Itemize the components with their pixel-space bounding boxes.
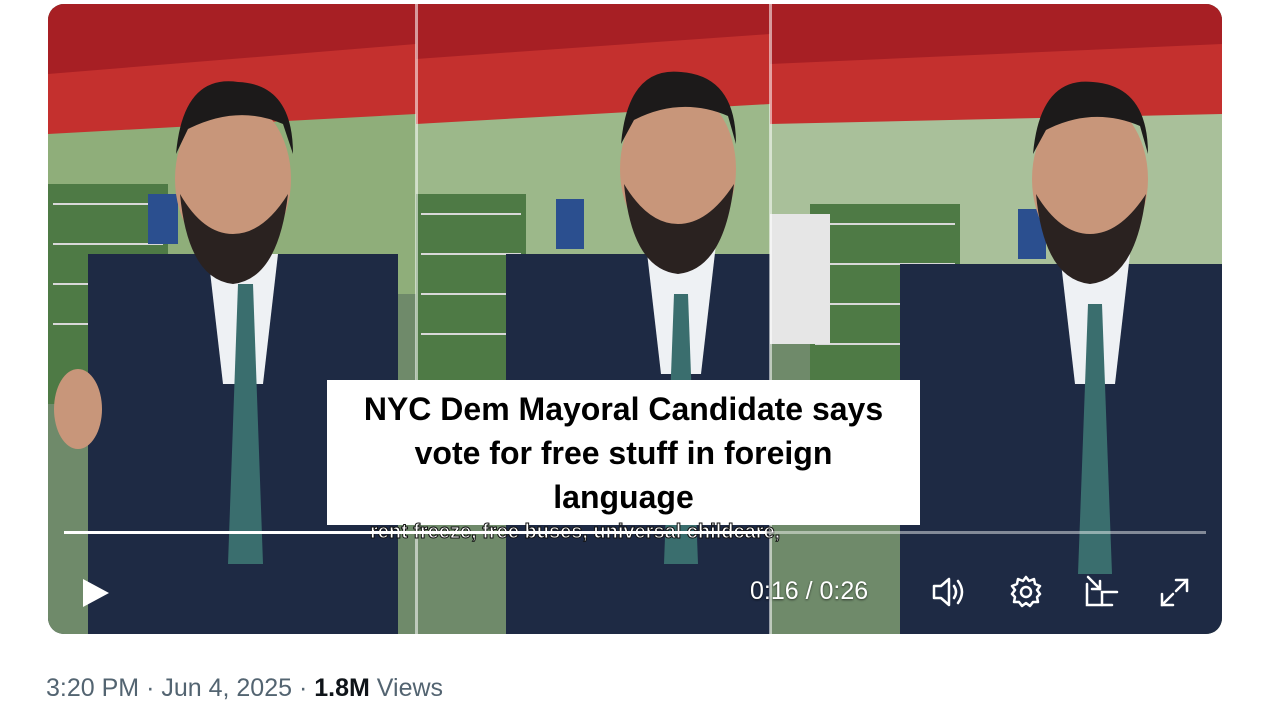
post-meta: 3:20 PM · Jun 4, 2025 · 1.8M Views xyxy=(46,674,443,703)
picture-in-picture-icon xyxy=(1085,575,1119,607)
settings-button[interactable] xyxy=(1006,572,1046,612)
play-icon xyxy=(83,579,109,607)
progress-bar[interactable] xyxy=(64,531,1206,534)
views-count: 1.8M xyxy=(314,674,370,702)
caption-box: NYC Dem Mayoral Candidate says vote for … xyxy=(327,380,920,525)
time-current: 0:16 xyxy=(750,577,799,605)
post-time[interactable]: 3:20 PM xyxy=(46,674,139,702)
video-frame-1 xyxy=(48,4,416,634)
gear-icon xyxy=(1010,575,1042,608)
pip-button[interactable] xyxy=(1082,572,1122,612)
meta-separator: · xyxy=(146,674,155,702)
time-display: 0:16 / 0:26 xyxy=(750,577,868,606)
fullscreen-icon xyxy=(1160,578,1189,607)
fullscreen-button[interactable] xyxy=(1154,572,1194,612)
volume-icon xyxy=(932,577,964,607)
progress-fill xyxy=(64,531,767,534)
time-total: 0:26 xyxy=(819,577,869,605)
caption-text: NYC Dem Mayoral Candidate says vote for … xyxy=(363,390,884,515)
post-date[interactable]: Jun 4, 2025 xyxy=(161,674,292,702)
meta-separator: · xyxy=(298,674,308,702)
play-button[interactable] xyxy=(78,576,112,610)
views-label: Views xyxy=(376,674,444,702)
time-separator: / xyxy=(805,577,820,605)
volume-button[interactable] xyxy=(930,572,970,612)
